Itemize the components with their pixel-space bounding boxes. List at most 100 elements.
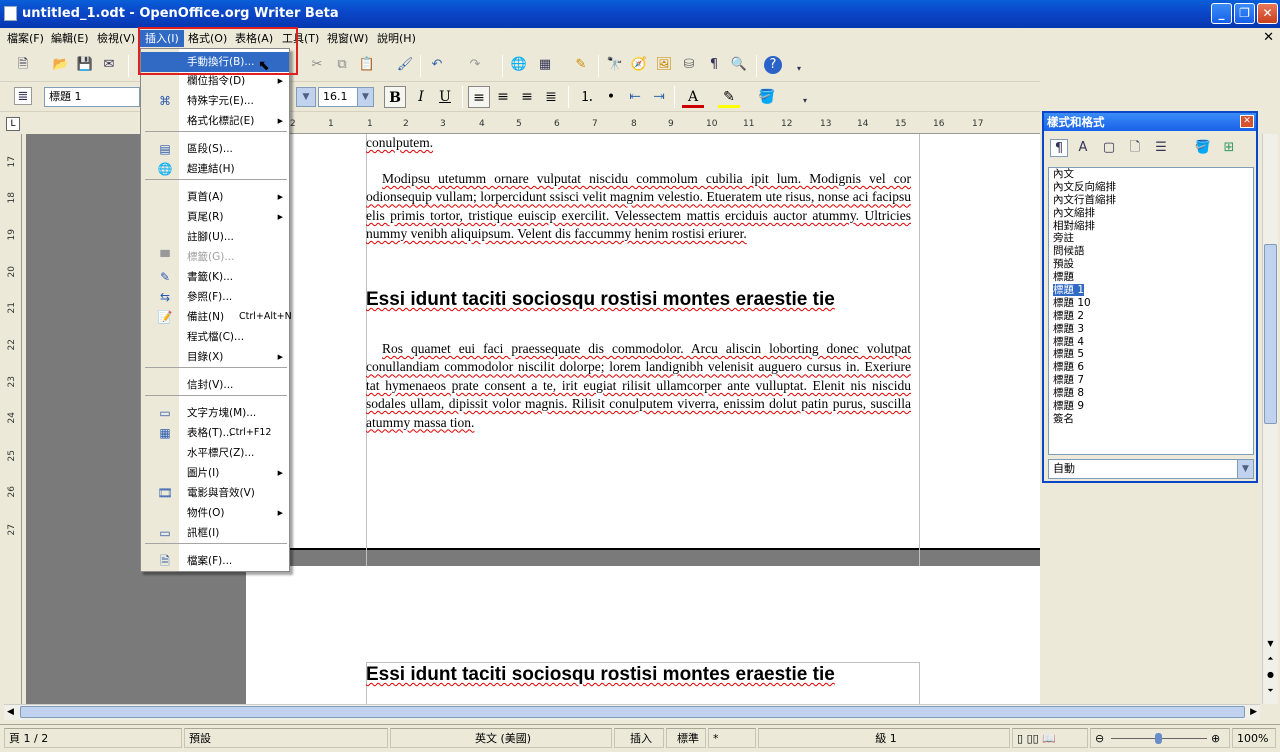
help-icon[interactable]: ? [764,56,782,74]
tab-stop-selector[interactable]: L [6,117,20,131]
navigation-icon[interactable]: ● [1264,670,1277,683]
page-styles-icon[interactable]: 🗋 [1126,139,1144,157]
zoom-level[interactable]: 100% [1232,728,1276,748]
insert-menu-item[interactable]: ▭ 文字方塊(M)... [141,403,289,423]
insert-menu-item[interactable]: 信封(V)... [141,375,289,395]
zoom-in-icon[interactable]: ⊕ [1211,729,1220,749]
hyperlink-icon[interactable]: 🌐 [510,56,528,74]
style-list-item[interactable]: 標題 1 [1049,284,1253,297]
insert-menu-item[interactable]: 🗎 檔案(F)... [141,551,289,571]
bullets-icon[interactable]: • [600,86,622,108]
menu-edit[interactable]: 編輯(E) [46,30,94,47]
paragraph-fragment[interactable]: conulputem. [366,134,911,152]
style-list-item[interactable]: 預設 [1049,258,1253,271]
insert-menu-item[interactable]: ▭ 訊框(I) [141,523,289,543]
nonprinting-characters-icon[interactable]: ¶ [705,56,723,74]
styles-and-formatting-icon[interactable]: ≣ [14,87,32,105]
menu-help[interactable]: 說明(H) [372,30,421,47]
italic-icon[interactable]: I [410,86,432,108]
font-color-icon[interactable]: A [682,86,704,108]
font-name-dropdown[interactable]: ▼ [296,87,316,107]
insert-menu-item[interactable]: 🌐 超連結(H) [141,159,289,179]
font-size-box[interactable]: 16.1 ▼ [318,87,374,107]
decrease-indent-icon[interactable]: ⇤ [624,86,646,108]
justify-icon[interactable]: ≣ [540,86,562,108]
page-style[interactable]: 預設 [184,728,388,748]
increase-indent-icon[interactable]: ⇥ [648,86,670,108]
close-icon[interactable]: ✕ [1240,115,1254,128]
style-list-item[interactable]: 標題 4 [1049,336,1253,349]
align-right-icon[interactable]: ≡ [516,86,538,108]
background-color-icon[interactable]: 🪣 [756,86,778,108]
insert-menu-item[interactable]: 目錄(X) ▶ [141,347,289,367]
navigator-icon[interactable]: 🧭 [630,56,648,74]
horizontal-ruler[interactable]: 2 1 1 2 3 4 5 6 7 8 9 10 11 12 13 14 15 16 17 [250,116,1040,134]
insert-menu-item[interactable]: 水平標尺(Z)... [141,443,289,463]
view-layout[interactable]: ▯ ▯▯ 📖 [1012,728,1088,748]
minimize-button[interactable]: _ [1211,3,1232,24]
style-list-item[interactable]: 標題 [1049,271,1253,284]
vertical-ruler[interactable]: 17 18 19 20 21 22 23 24 25 26 27 [4,134,22,704]
style-list-item[interactable]: 問候語 [1049,245,1253,258]
align-center-icon[interactable]: ≡ [492,86,514,108]
style-list-item[interactable]: 內文 [1049,168,1253,181]
redo-icon[interactable]: ↷ [466,56,484,74]
book-view-icon[interactable]: 📖 [1042,732,1056,745]
zoom-out-icon[interactable]: ⊖ [1095,732,1104,745]
style-list-item[interactable]: 標題 2 [1049,310,1253,323]
numbering-icon[interactable]: ⒈ [576,86,598,108]
bold-icon[interactable]: B [384,86,406,108]
paragraph-style-box[interactable]: 標題 1 [44,87,140,107]
style-list-item[interactable]: 標題 8 [1049,387,1253,400]
insert-menu-item[interactable]: ⇆ 參照(F)... [141,287,289,307]
menu-window[interactable]: 視窗(W) [322,30,373,47]
menu-file[interactable]: 檔案(F) [2,30,49,47]
email-icon[interactable]: ✉ [100,56,118,74]
new-style-from-selection-icon[interactable]: ⊞ [1220,139,1238,157]
document-close-icon[interactable]: ✕ [1263,30,1274,45]
insert-menu-item[interactable]: 物件(O) ▶ [141,503,289,523]
insert-menu-item[interactable]: 頁尾(R) ▶ [141,207,289,227]
highlighting-icon[interactable]: ✎ [718,86,740,108]
style-list-item[interactable]: 標題 7 [1049,374,1253,387]
paragraph-styles-icon[interactable]: ¶ [1050,139,1068,157]
scrollbar-thumb[interactable] [1264,244,1277,424]
scroll-right-icon[interactable]: ▶ [1250,707,1257,717]
zoom-slider[interactable]: ⊖ ⊕ [1090,728,1230,748]
single-page-view-icon[interactable]: ▯ [1017,732,1023,745]
document-page-1[interactable]: conulputem. Modipsu utetumm ornare vulpu… [246,134,1040,568]
insert-menu-item[interactable]: ▦ 表格(T)... Ctrl+F12 [141,423,289,443]
next-page-icon[interactable]: ⏷ [1264,686,1277,699]
chevron-down-icon[interactable]: ▼ [1237,460,1253,478]
style-list-item[interactable]: 標題 5 [1049,348,1253,361]
maximize-button[interactable]: ❐ [1234,3,1255,24]
insert-menu-item[interactable]: ⌘ 特殊字元(E)... [141,91,289,111]
style-list-item[interactable]: 標題 3 [1049,323,1253,336]
toolbar-options-icon[interactable]: ▾ [790,60,808,78]
style-list-item[interactable]: 相對縮排 [1049,220,1253,233]
data-sources-icon[interactable]: ⛁ [680,56,698,74]
language[interactable]: 英文 (美國) [390,728,612,748]
gallery-icon[interactable]: 🖼 [655,56,673,74]
show-draw-functions-icon[interactable]: ✎ [572,56,590,74]
fill-format-mode-icon[interactable]: 🪣 [1194,139,1212,157]
vertical-scrollbar[interactable]: ▼ ⏶ ● ⏷ [1262,134,1278,704]
list-styles-icon[interactable]: ☰ [1152,139,1170,157]
align-left-icon[interactable]: ≡ [468,86,490,108]
open-icon[interactable]: 📂 [52,56,70,74]
copy-icon[interactable]: ⧉ [333,56,351,74]
toolbar-options-icon[interactable]: ▾ [796,92,814,110]
find-replace-icon[interactable]: 🔭 [606,56,624,74]
multi-page-view-icon[interactable]: ▯▯ [1027,732,1039,745]
underline-icon[interactable]: U [434,86,456,108]
chevron-down-icon[interactable]: ▼ [357,88,373,106]
selection-mode[interactable]: 標準 [666,728,706,748]
scroll-down-icon[interactable]: ▼ [1264,639,1277,652]
horizontal-scrollbar[interactable]: ◀ ▶ [4,704,1260,720]
insert-menu-item[interactable]: 註腳(U)... [141,227,289,247]
heading-1[interactable]: Essi idunt taciti sociosqu rostisi monte… [366,664,926,686]
zoom-slider-handle[interactable] [1155,733,1162,744]
insert-menu-item[interactable]: 圖片(I) ▶ [141,463,289,483]
undo-icon[interactable]: ↶ [428,56,446,74]
style-list-item[interactable]: 標題 10 [1049,297,1253,310]
